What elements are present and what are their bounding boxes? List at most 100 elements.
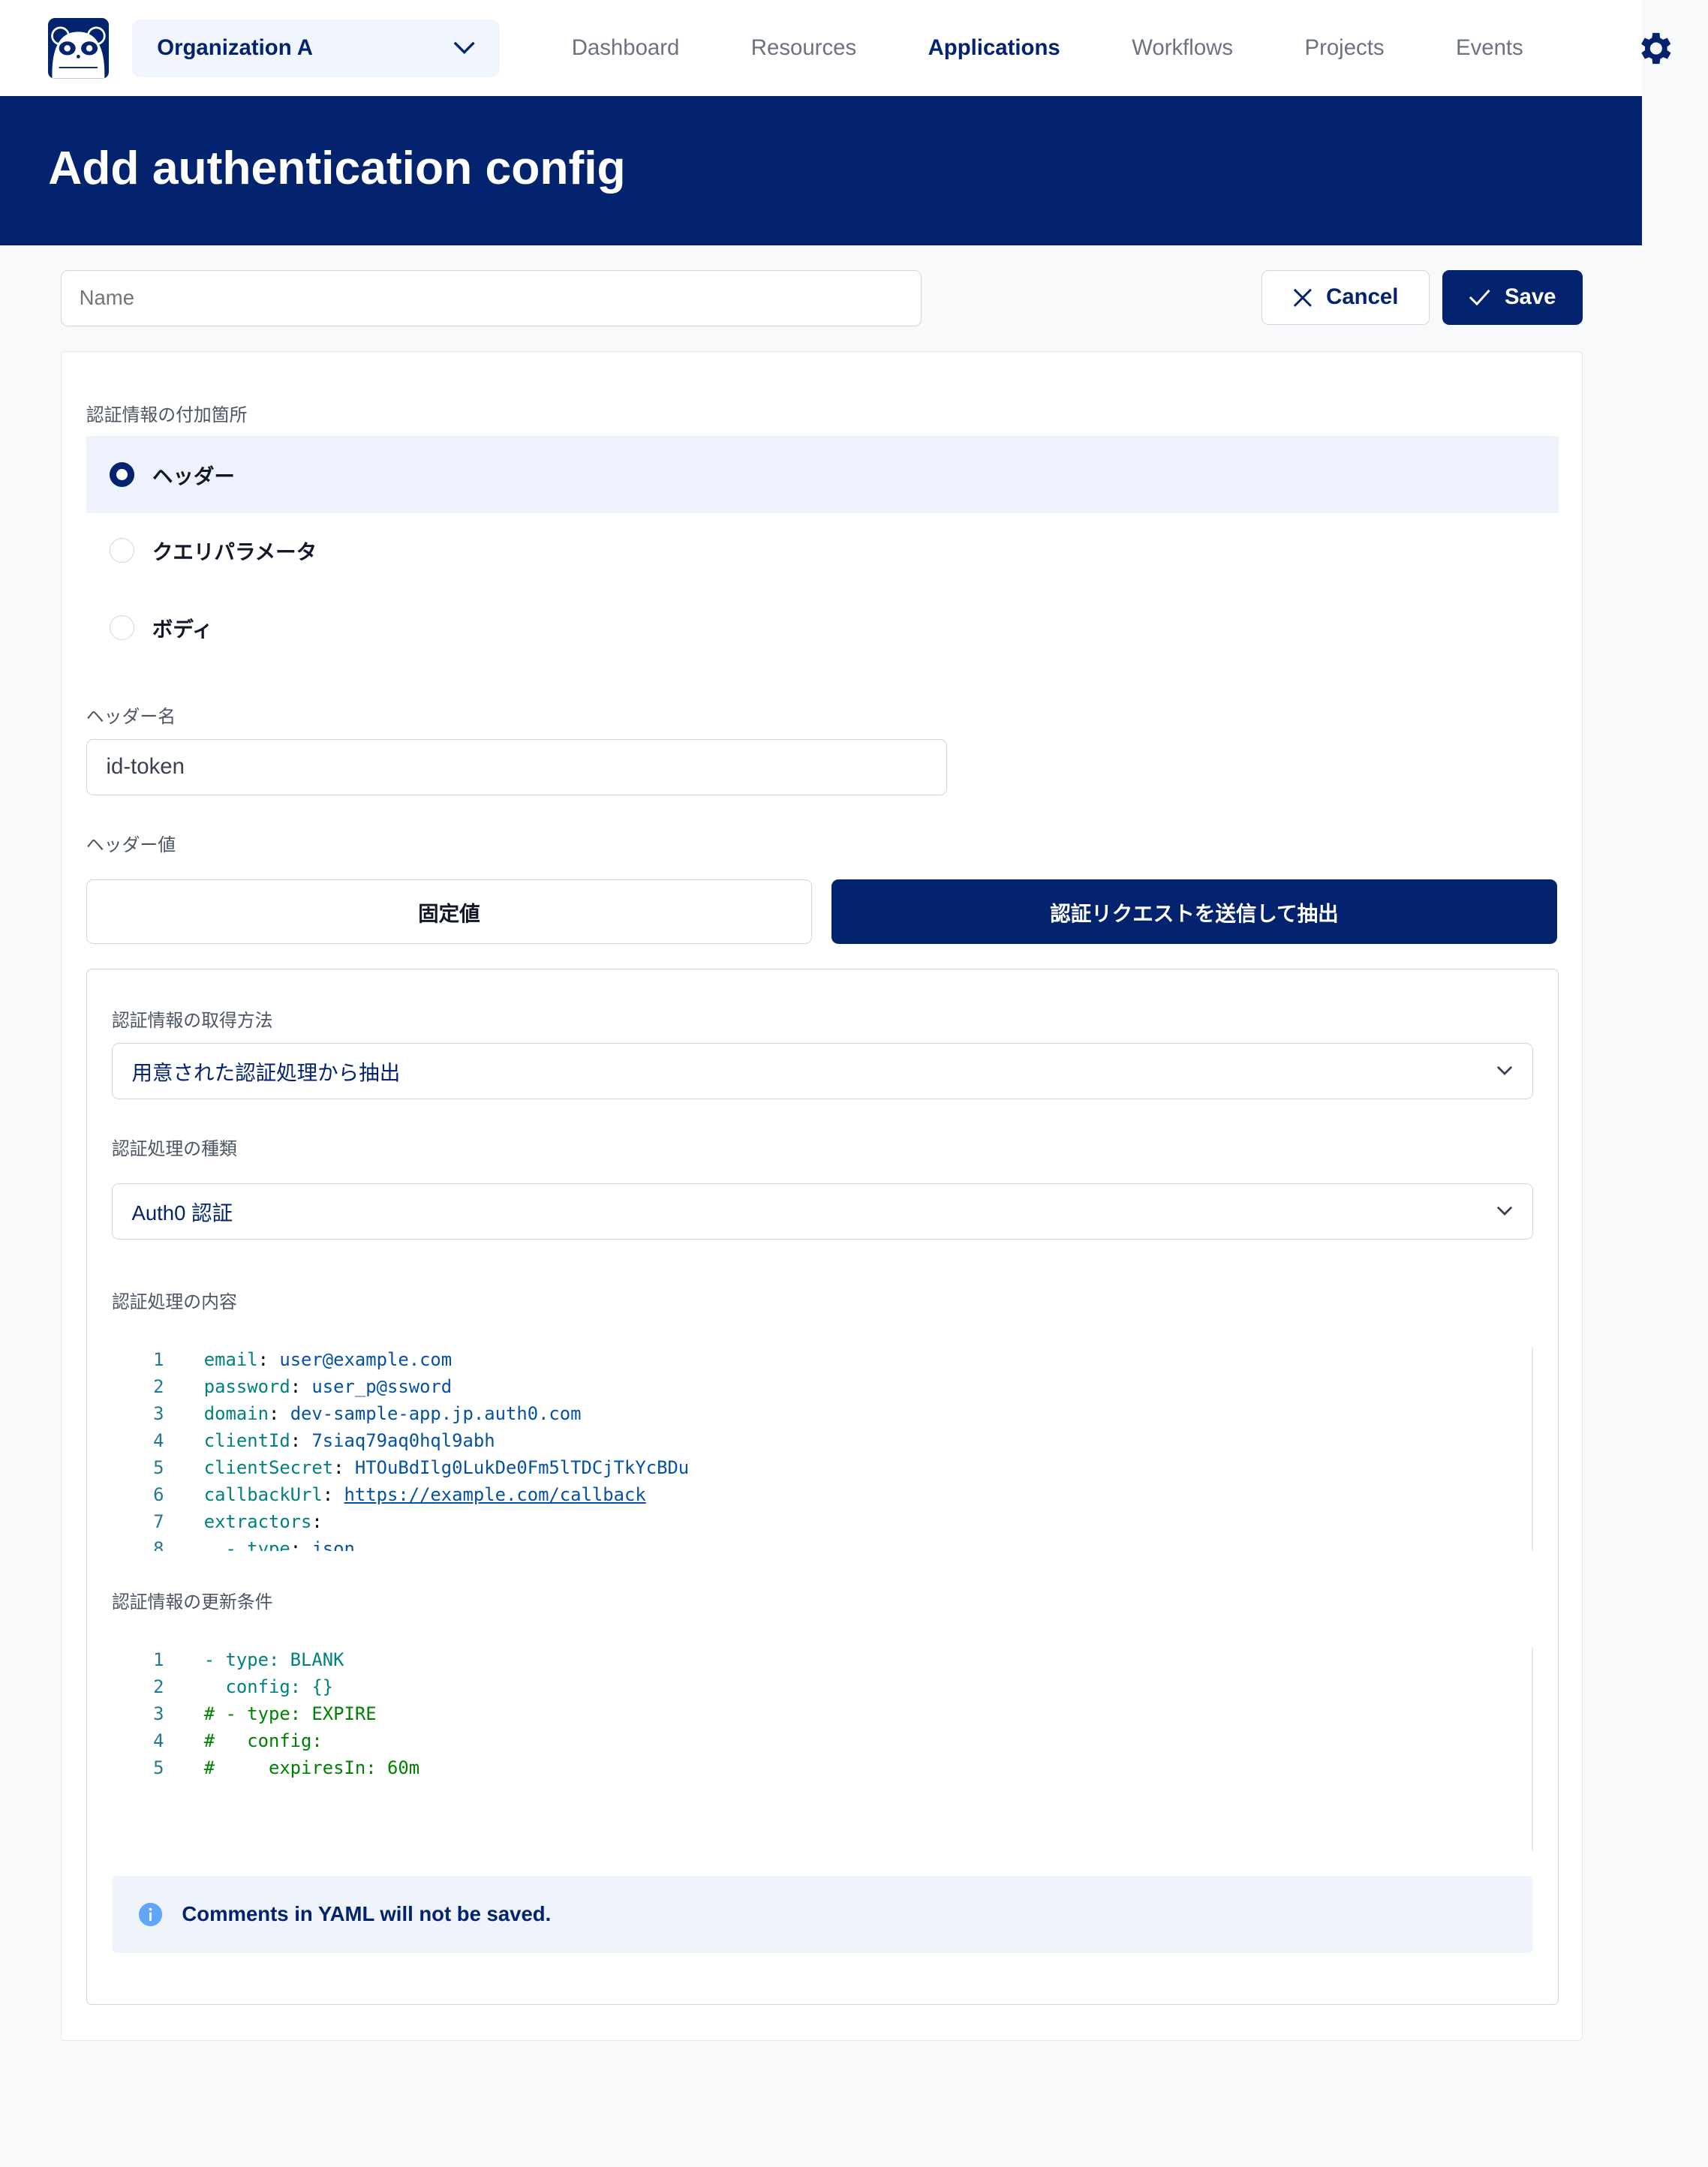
code-line: 3 # - type: EXPIRE (112, 1701, 1533, 1728)
code-line: 2 password: user_p@ssword (112, 1374, 1533, 1401)
code-line: 4 # config: (112, 1728, 1533, 1755)
save-label: Save (1504, 284, 1556, 310)
line-number: 1 (153, 1649, 164, 1671)
code-text: - type: BLANK (203, 1649, 344, 1671)
code-text: - type: json (164, 1536, 355, 1551)
gear-icon[interactable] (1634, 28, 1675, 69)
code-text: config: {} (203, 1676, 334, 1698)
nav-workflows[interactable]: Workflows (1132, 35, 1233, 61)
code-line: 8 - type: json (112, 1536, 1533, 1551)
editor-scrollbar[interactable] (1532, 1347, 1534, 1551)
panda-logo[interactable] (48, 17, 109, 79)
radio-header[interactable]: ヘッダー (86, 436, 1559, 513)
line-number: 3 (153, 1403, 164, 1425)
chevron-down-icon (453, 41, 475, 55)
close-icon (1293, 288, 1312, 307)
cancel-button[interactable]: Cancel (1261, 269, 1430, 326)
method-select[interactable]: 用意された認証処理から抽出 (111, 1042, 1534, 1099)
code-line: 4 clientId: 7siaq79aq0hql9abh (112, 1428, 1533, 1455)
chevron-down-icon (1497, 1206, 1513, 1216)
app: Organization A Dashboard Resources Appli… (0, 0, 1671, 2167)
yaml-key: - type (203, 1538, 290, 1551)
code-text: clientId: 7siaq79aq0hql9abh (164, 1428, 495, 1455)
code-line: 5 # expiresIn: 60m (112, 1755, 1533, 1782)
yaml-key: domain (203, 1403, 269, 1425)
nav-events[interactable]: Events (1456, 35, 1523, 61)
editor-scrollbar[interactable] (1532, 1647, 1534, 1852)
yaml-value: HTOuBdIlg0LukDe0Fm5lTDCjTkYcBDu (354, 1457, 690, 1479)
colon: : (268, 1403, 290, 1425)
yaml-value: https://example.com/callback (344, 1484, 646, 1506)
auth-type-label: 認証処理の種類 (111, 1138, 237, 1159)
radio-dot (109, 461, 135, 487)
radio-dot (109, 537, 135, 563)
yaml-key: email (203, 1349, 258, 1371)
auth-content-label: 認証処理の内容 (111, 1291, 237, 1312)
radio-body[interactable]: ボディ (86, 589, 1559, 666)
code-line: 2 config: {} (112, 1674, 1533, 1701)
auth-content-editor[interactable]: 1 email: user@example.com 2 password: user_… (112, 1347, 1534, 1551)
nav-resources[interactable]: Resources (751, 35, 856, 61)
code-line: 1 email: user@example.com (112, 1347, 1533, 1374)
code-text: callbackUrl: https://example.com/callbac… (164, 1482, 646, 1509)
header-name-label: ヘッダー名 (86, 707, 176, 728)
extract-panel: 認証情報の取得方法 用意された認証処理から抽出 認証処理の種類 Auth0 認証… (86, 969, 1559, 2005)
config-card: 認証情報の付加箇所 ヘッダー クエリパラメータ ボディ ヘッダー名 id-tok… (60, 351, 1583, 2042)
info-text: Comments in YAML will not be saved. (182, 1902, 552, 1926)
line-number: 6 (153, 1484, 164, 1506)
yaml-key: callbackUrl (203, 1484, 323, 1506)
organization-selector[interactable]: Organization A (132, 19, 501, 77)
auth-type-select[interactable]: Auth0 認証 (111, 1183, 1534, 1240)
header-value-label: ヘッダー値 (86, 834, 176, 855)
nav-dashboard[interactable]: Dashboard (572, 35, 680, 61)
colon: : (257, 1349, 280, 1371)
save-button[interactable]: Save (1442, 269, 1583, 326)
extract-tab[interactable]: 認証リクエストを送信して抽出 (831, 879, 1558, 945)
code-text: password: user_p@ssword (164, 1374, 452, 1401)
cancel-label: Cancel (1326, 284, 1399, 310)
line-number: 7 (153, 1511, 164, 1533)
line-number: 4 (153, 1430, 164, 1452)
refresh-editor[interactable]: 1- type: BLANK 2 config: {} 3 # - type: EXP… (112, 1647, 1534, 1852)
colon: : (333, 1457, 355, 1479)
code-line: 7 extractors: (112, 1509, 1533, 1536)
code-line: 6 callbackUrl: https://example.com/callba… (112, 1482, 1533, 1509)
top-nav: Organization A Dashboard Resources Appli… (0, 0, 1671, 97)
code-text: # - type: EXPIRE (203, 1703, 377, 1725)
nav-links: Dashboard Resources Applications Workflo… (572, 0, 1523, 96)
page-title: Add authentication config (0, 96, 1642, 245)
line-number: 5 (153, 1757, 164, 1779)
code-text: domain: dev-sample-app.jp.auth0.com (164, 1401, 582, 1428)
yaml-key: clientSecret (203, 1457, 334, 1479)
check-icon (1469, 290, 1490, 306)
info-icon (138, 1902, 162, 1927)
name-input[interactable] (60, 269, 922, 326)
radio-query[interactable]: クエリパラメータ (86, 512, 1559, 589)
chevron-down-icon (1497, 1065, 1513, 1075)
colon: : (290, 1538, 312, 1551)
code-line: 1 - type: BLANK (112, 1647, 1533, 1674)
code-text: clientSecret: HTOuBdIlg0LukDe0Fm5lTDCjTk… (164, 1455, 690, 1482)
organization-name: Organization A (157, 35, 313, 61)
fixed-value-tab[interactable]: 固定値 (86, 879, 813, 945)
nav-projects[interactable]: Projects (1304, 35, 1384, 61)
placement-label: 認証情報の付加箇所 (86, 405, 248, 426)
header-name-input[interactable]: id-token (86, 738, 947, 796)
yaml-key: clientId (203, 1430, 290, 1452)
line-number: 5 (153, 1457, 164, 1479)
line-number: 2 (153, 1676, 164, 1698)
code-text: # config: (203, 1730, 323, 1752)
refresh-label: 認証情報の更新条件 (111, 1591, 273, 1612)
yaml-value: json (311, 1538, 355, 1551)
yaml-value: 7siaq79aq0hql9abh (311, 1430, 495, 1452)
radio-dot (109, 615, 135, 640)
yaml-value: dev-sample-app.jp.auth0.com (290, 1403, 582, 1425)
code-line: 3 domain: dev-sample-app.jp.auth0.com (112, 1401, 1533, 1428)
colon: : (290, 1430, 312, 1452)
code-text: # expiresIn: 60m (203, 1757, 420, 1779)
yaml-value: user@example.com (279, 1349, 453, 1371)
yaml-key: password (203, 1376, 290, 1398)
nav-applications[interactable]: Applications (928, 35, 1060, 61)
line-number: 3 (153, 1703, 164, 1725)
radio-label: クエリパラメータ (152, 540, 317, 564)
